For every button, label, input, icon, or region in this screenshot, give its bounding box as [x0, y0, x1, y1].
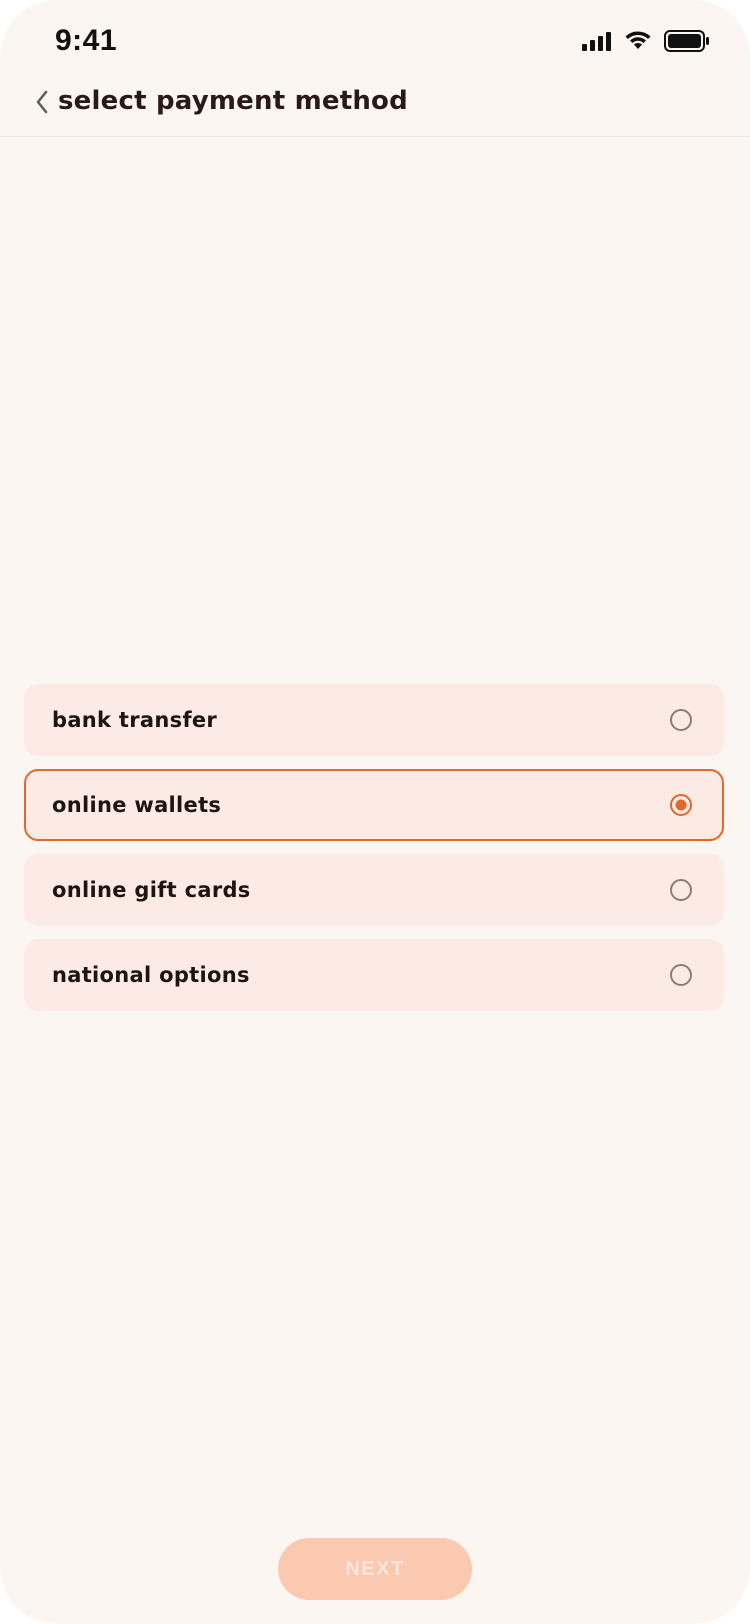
option-national-options[interactable]: national options: [24, 939, 724, 1011]
option-online-wallets[interactable]: online wallets: [24, 769, 724, 841]
wifi-icon: [624, 31, 652, 51]
radio-button[interactable]: [670, 709, 692, 731]
page-title: select payment method: [58, 86, 408, 116]
payment-method-list: bank transfer online wallets online gift…: [24, 684, 724, 1024]
next-button[interactable]: NEXT: [278, 1538, 472, 1600]
battery-icon: [664, 30, 710, 52]
status-bar: 9:41: [0, 0, 750, 80]
radio-button[interactable]: [670, 879, 692, 901]
option-label: bank transfer: [52, 708, 218, 732]
option-label: national options: [52, 963, 250, 987]
radio-button[interactable]: [670, 794, 692, 816]
status-time: 9:41: [55, 24, 118, 57]
option-label: online wallets: [52, 793, 222, 817]
radio-button[interactable]: [670, 964, 692, 986]
option-bank-transfer[interactable]: bank transfer: [24, 684, 724, 756]
header: select payment method: [0, 80, 750, 137]
phone-screen: 9:41 select payment method bank transfer…: [0, 0, 750, 1624]
status-icons: [582, 30, 710, 52]
chevron-left-icon: [33, 88, 51, 120]
back-button[interactable]: [22, 84, 62, 124]
cellular-signal-icon: [582, 31, 612, 51]
option-online-gift-cards[interactable]: online gift cards: [24, 854, 724, 926]
option-label: online gift cards: [52, 878, 251, 902]
